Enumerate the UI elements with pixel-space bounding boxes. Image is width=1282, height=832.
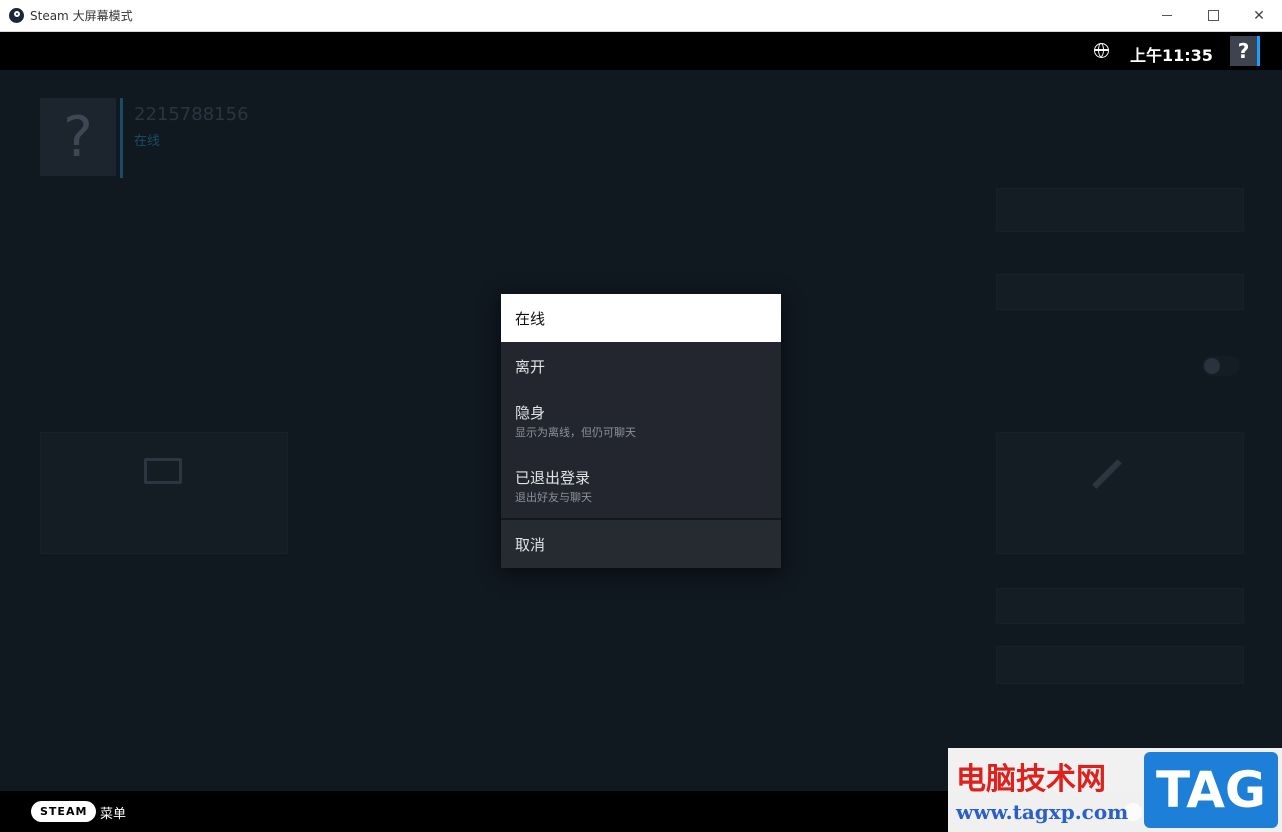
menu-item-invisible[interactable]: 隐身 显示为离线，但仍可聊天 [501, 402, 781, 448]
menu-item-sublabel: 退出好友与聊天 [515, 491, 592, 504]
watermark: 电脑技术网 www.tagxp.com TAG [948, 748, 1282, 832]
avatar: ? [40, 98, 116, 176]
keyboard-icon [144, 458, 182, 484]
user-status: 在线 [134, 134, 161, 149]
clock: 上午11:35 [1130, 46, 1213, 65]
bg-button-placeholder [996, 188, 1244, 232]
cancel-label: 取消 [515, 535, 546, 554]
watermark-logo: TAG [1144, 752, 1278, 828]
cancel-button[interactable]: 取消 [501, 520, 781, 568]
bg-button-placeholder-3 [996, 646, 1244, 684]
bg-toggle [1202, 356, 1240, 376]
close-button[interactable]: ✕ [1236, 0, 1282, 31]
bg-keyboard-card [40, 432, 288, 554]
steam-big-picture-window: Steam 大屏幕模式 ✕ 上午11:35 ? ? 2215788156 在线 … [0, 0, 1282, 832]
maximize-icon [1207, 10, 1219, 21]
watermark-brand: 电脑技术网 [956, 762, 1106, 797]
steam-button[interactable]: STEAM [31, 801, 97, 822]
menu-item-label: 离开 [515, 357, 546, 376]
menu-item-away[interactable]: 离开 [501, 342, 781, 390]
steam-logo-icon [9, 8, 24, 23]
help-button[interactable]: ? [1230, 36, 1260, 66]
menu-item-offline[interactable]: 已退出登录 退出好友与聊天 [501, 467, 781, 513]
menu-item-online[interactable]: 在线 [501, 294, 781, 342]
watermark-url: www.tagxp.com [956, 800, 1129, 824]
bg-dropdown-placeholder [996, 274, 1244, 310]
minimize-icon [1162, 15, 1172, 16]
menu-item-label: 隐身 [515, 404, 546, 422]
menu-label: 菜单 [100, 807, 127, 822]
menu-item-label: 在线 [515, 309, 546, 328]
status-indicator-bar [120, 98, 123, 178]
minimize-button[interactable] [1144, 0, 1190, 31]
window-title: Steam 大屏幕模式 [30, 9, 133, 23]
maximize-button[interactable] [1190, 0, 1236, 31]
bg-edit-card [996, 432, 1244, 554]
top-bar: 上午11:35 ? [0, 32, 1282, 70]
status-menu: 在线 离开 隐身 显示为离线，但仍可聊天 已退出登录 退出好友与聊天 取消 [501, 294, 781, 568]
bg-button-placeholder-2 [996, 588, 1244, 624]
title-bar: Steam 大屏幕模式 ✕ [0, 0, 1282, 32]
user-id: 2215788156 [134, 104, 249, 125]
menu-item-sublabel: 显示为离线，但仍可聊天 [515, 426, 636, 439]
globe-icon[interactable] [1094, 43, 1109, 58]
close-icon: ✕ [1253, 7, 1265, 24]
menu-item-label: 已退出登录 [515, 469, 591, 487]
